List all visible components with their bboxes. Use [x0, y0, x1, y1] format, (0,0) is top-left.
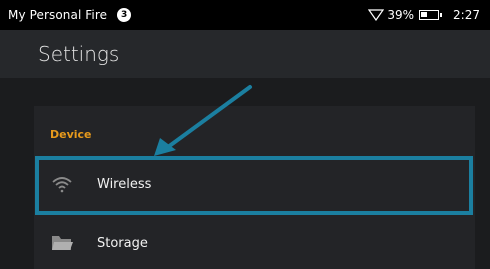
- annotation-arrow: [154, 85, 252, 156]
